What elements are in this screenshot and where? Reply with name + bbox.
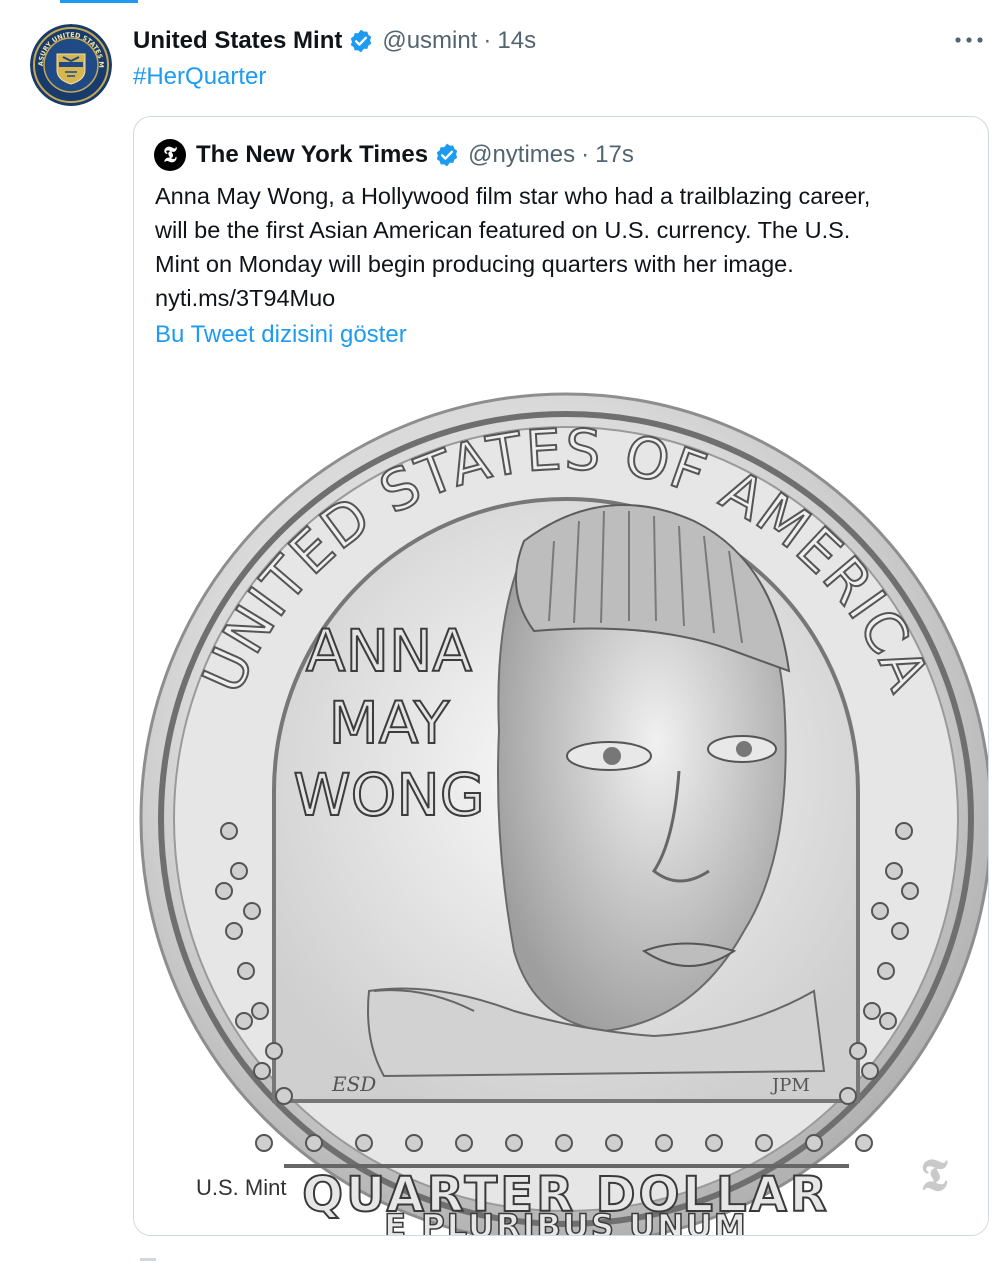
hashtag-link[interactable]: #HerQuarter (133, 63, 266, 91)
treasury-seal-icon: TREASURY UNITED STATES MINT (30, 24, 112, 106)
more-horizontal-icon (955, 37, 983, 43)
quarter-coin-image: UNITED STATES OF AMERICA ANNA MAY WONG E… (139, 392, 988, 1236)
coin-initials-left: ESD (331, 1072, 376, 1096)
quoted-text-line: will be the first Asian American feature… (155, 217, 851, 243)
nyt-logo-icon: 𝕿 (154, 139, 186, 171)
separator-dot: · (483, 27, 492, 54)
bottom-divider (140, 1258, 156, 1261)
quoted-tweet-text: Anna May Wong, a Hollywood film star who… (155, 179, 965, 315)
quoted-tweet-card[interactable]: 𝕿 The New York Times @nytimes · 17s Anna… (133, 116, 989, 1236)
coin-initials-right: JPM (770, 1075, 810, 1096)
verified-badge-icon (434, 142, 460, 168)
quoted-link[interactable]: nyti.ms/3T94Muo (155, 281, 965, 315)
separator-dot: · (581, 141, 590, 168)
nyt-watermark-icon: 𝕿 (920, 1150, 948, 1201)
show-thread-link[interactable]: Bu Tweet dizisini göster (155, 321, 407, 349)
coin-motto: E PLURIBUS UNUM (384, 1207, 747, 1236)
coin-name-line: ANNA (306, 617, 472, 685)
media-credit: U.S. Mint (196, 1175, 287, 1200)
display-name[interactable]: United States Mint (133, 27, 342, 55)
quoted-media[interactable]: UNITED STATES OF AMERICA ANNA MAY WONG E… (134, 371, 988, 1236)
coin-name-line: MAY (329, 689, 450, 757)
quoted-handle: @nytimes (468, 141, 576, 168)
quoted-tweet-header: 𝕿 The New York Times @nytimes · 17s (154, 139, 634, 171)
tweet: TREASURY UNITED STATES MINT United State… (0, 0, 1000, 1263)
quoted-display-name: The New York Times (196, 141, 429, 168)
quoted-timestamp: 17s (595, 141, 634, 168)
handle[interactable]: @usmint (382, 27, 477, 55)
tweet-header: United States Mint @usmint · 14s (133, 24, 536, 58)
more-button[interactable] (952, 28, 986, 52)
coin-name-line: WONG (293, 761, 484, 829)
avatar[interactable]: TREASURY UNITED STATES MINT (30, 24, 112, 106)
verified-badge-icon (348, 28, 374, 54)
quoted-text-line: Anna May Wong, a Hollywood film star who… (155, 183, 871, 209)
quoted-text-line: Mint on Monday will begin producing quar… (155, 251, 794, 277)
timestamp[interactable]: 14s (497, 27, 536, 55)
